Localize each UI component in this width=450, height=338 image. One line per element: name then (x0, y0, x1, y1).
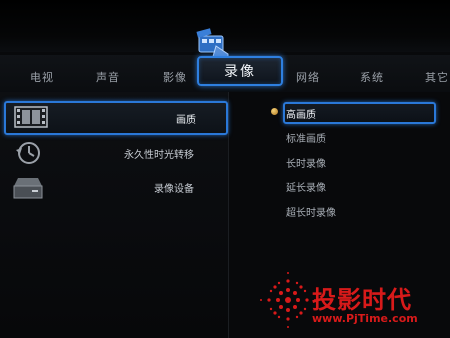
film-strip-icon (14, 106, 48, 128)
option-long-recording[interactable]: 长时录像 (286, 155, 326, 170)
option-extra-long-recording[interactable]: 超长时录像 (286, 204, 336, 219)
tab-system[interactable]: 系统 (360, 69, 384, 85)
clock-rewind-icon (16, 142, 40, 164)
hard-drive-icon (13, 178, 43, 199)
tab-sound[interactable]: 声音 (96, 69, 120, 85)
tab-other[interactable]: 其它 (425, 69, 449, 85)
selection-bullet-icon (271, 108, 278, 115)
watermark-text: 投影时代 (312, 286, 412, 314)
watermark-url: www.PjTime.com (312, 312, 418, 325)
menu-label: 录像设备 (154, 184, 194, 195)
option-label: 高画质 (286, 110, 316, 121)
tab-network[interactable]: 网络 (296, 69, 320, 85)
menu-item-time-shift[interactable]: 永久性时光转移 (4, 138, 224, 168)
option-standard-quality[interactable]: 标准画质 (286, 130, 326, 145)
menu-label: 永久性时光转移 (124, 150, 194, 161)
menu-label: 画质 (176, 115, 196, 126)
menu-item-picture-quality[interactable]: 画质 (4, 101, 228, 135)
tab-image[interactable]: 影像 (163, 69, 187, 85)
tab-tv[interactable]: 电视 (30, 69, 54, 85)
watermark-logo (260, 272, 316, 328)
option-extended-recording[interactable]: 延长录像 (286, 179, 326, 194)
option-high-quality[interactable]: 高画质 (283, 102, 436, 124)
tab-recording[interactable]: 录像 (197, 56, 283, 86)
menu-item-recording-device[interactable]: 录像设备 (4, 172, 224, 202)
